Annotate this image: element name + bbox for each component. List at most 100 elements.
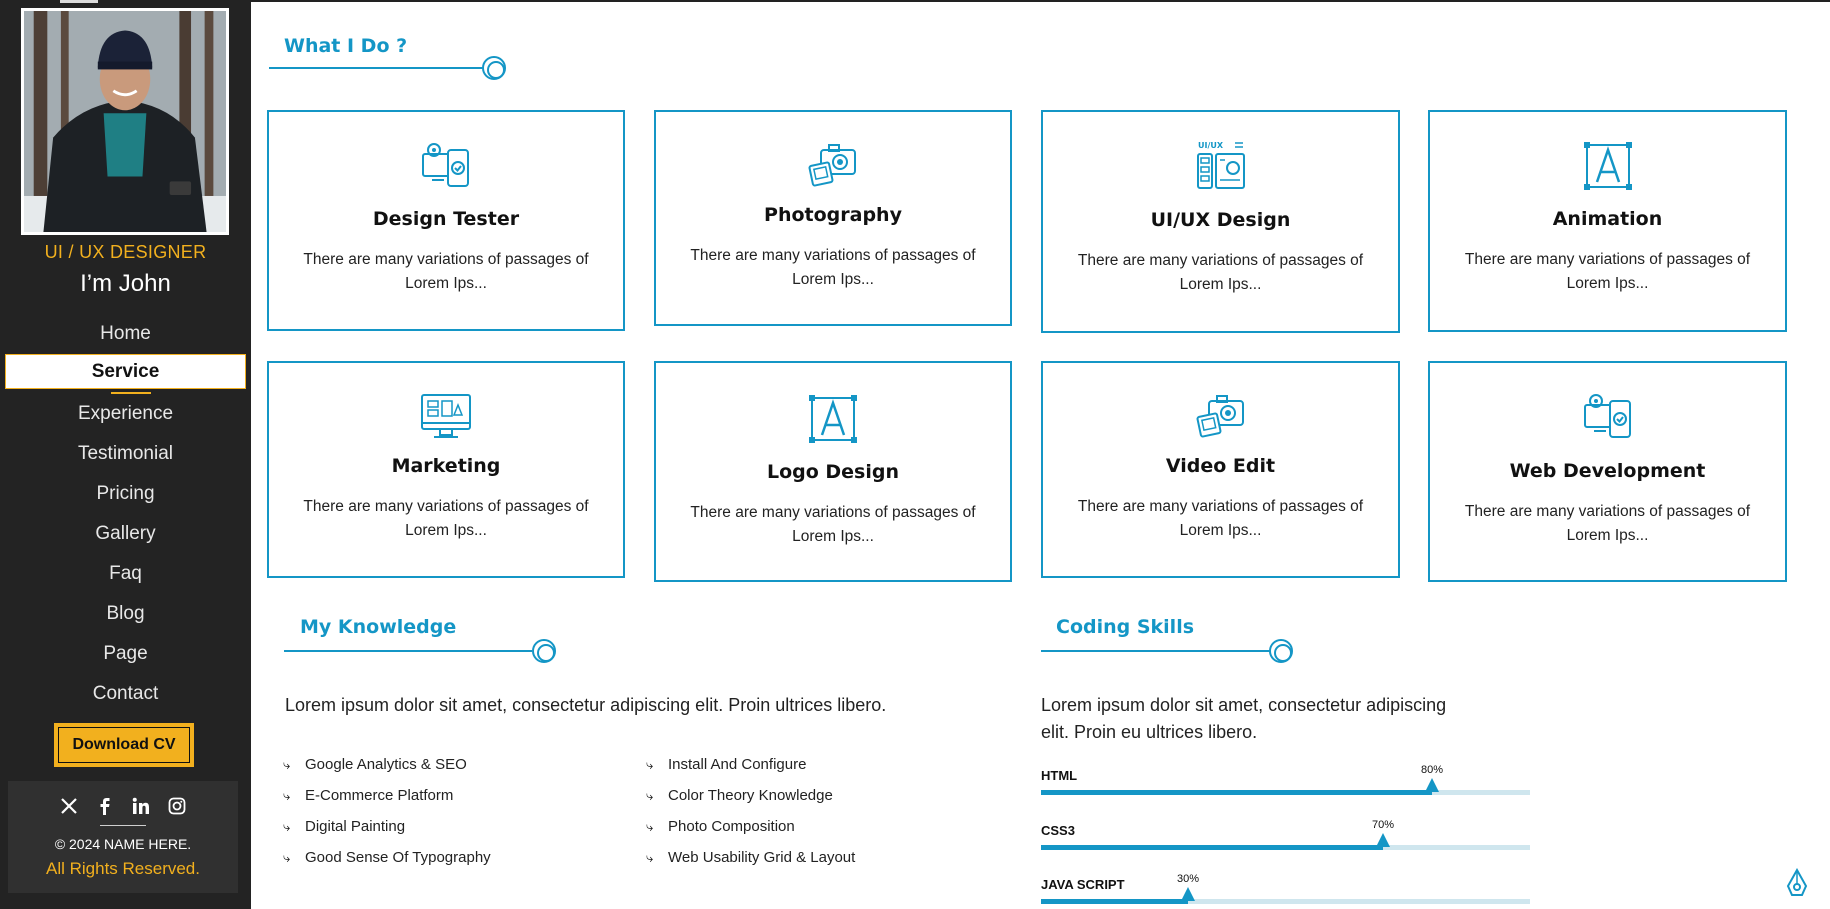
- nav-item-home[interactable]: Home: [0, 314, 251, 354]
- skill-percent: 30%: [1176, 873, 1200, 885]
- knowledge-text: Lorem ipsum dolor sit amet, consectetur …: [285, 695, 887, 715]
- card-title: Photography: [764, 204, 902, 226]
- nav-item-blog[interactable]: Blog: [0, 594, 251, 634]
- role-title: UI / UX DESIGNER: [44, 242, 207, 262]
- list-item: ⤷ Install And Configure: [646, 749, 855, 780]
- card-title: Logo Design: [766, 461, 900, 483]
- skill-marker-icon: [1376, 833, 1390, 847]
- return-arrow-icon: ⤷: [646, 788, 654, 803]
- card-description: There are many variations of passages of…: [303, 498, 589, 539]
- linkedin-icon[interactable]: [130, 795, 152, 817]
- nav-item-faq[interactable]: Faq: [0, 554, 251, 594]
- service-card-photography[interactable]: Photography There are many variations of…: [654, 110, 1012, 326]
- camera-icon: [1196, 395, 1244, 438]
- what-i-do-dot-icon: [482, 56, 506, 80]
- service-card-animation[interactable]: Animation There are many variations of p…: [1428, 110, 1787, 332]
- svg-text:UI/UX: UI/UX: [1198, 141, 1224, 150]
- camera-icon: [808, 144, 856, 187]
- knowledge-dot-icon: [532, 639, 556, 663]
- skill-bar-java-script: JAVA SCRIPT 30%: [1041, 873, 1530, 909]
- social-footer: © 2024 NAME HERE. All Rights Reserved.: [8, 781, 238, 893]
- skill-marker-icon: [1425, 778, 1439, 792]
- service-card-video-edit[interactable]: Video Edit There are many variations of …: [1041, 361, 1400, 578]
- what-i-do-underline: [269, 67, 487, 69]
- ui-layout-icon: UI/UX: [1196, 141, 1245, 189]
- list-item-label: Digital Painting: [305, 818, 406, 835]
- pen-icon[interactable]: [1782, 868, 1812, 898]
- nav-item-gallery[interactable]: Gallery: [0, 514, 251, 554]
- list-item: ⤷ Photo Composition: [646, 811, 855, 842]
- list-item-label: Photo Composition: [668, 818, 795, 835]
- card-description: There are many variations of passages of…: [1464, 251, 1751, 292]
- facebook-icon[interactable]: [94, 795, 116, 817]
- card-description: There are many variations of passages of…: [1077, 252, 1364, 293]
- sidebar: UI / UX DESIGNER I’m John Home Service E…: [0, 0, 251, 909]
- nav-item-experience[interactable]: Experience: [0, 394, 251, 434]
- letter-a-icon: [809, 395, 857, 443]
- main-top-border: [251, 0, 1830, 2]
- instagram-icon[interactable]: [166, 795, 188, 817]
- list-item-label: Install And Configure: [668, 756, 807, 773]
- skill-fill: [1041, 845, 1383, 850]
- profile-name: I’m John: [80, 270, 171, 297]
- list-item-label: Google Analytics & SEO: [305, 756, 467, 773]
- card-description: There are many variations of passages of…: [1077, 498, 1364, 539]
- coding-text: Lorem ipsum dolor sit amet, consectetur …: [1041, 692, 1561, 746]
- social-divider: [100, 825, 146, 826]
- list-item: ⤷ Google Analytics & SEO: [283, 749, 491, 780]
- coding-dot-icon: [1269, 639, 1293, 663]
- skill-bar-html: HTML 80%: [1041, 764, 1530, 808]
- coding-underline: [1041, 650, 1281, 652]
- card-title: UI/UX Design: [1150, 209, 1291, 231]
- nav-item-pricing[interactable]: Pricing: [0, 474, 251, 514]
- card-title: Video Edit: [1165, 455, 1276, 477]
- skill-fill: [1041, 790, 1432, 795]
- return-arrow-icon: ⤷: [646, 757, 654, 772]
- skill-bar-css3: CSS3 70%: [1041, 819, 1530, 863]
- nav-item-service[interactable]: Service: [5, 354, 246, 394]
- coding-title: Coding Skills: [1056, 616, 1195, 638]
- return-arrow-icon: ⤷: [283, 788, 291, 803]
- knowledge-list-1: ⤷ Google Analytics & SEO ⤷ E-Commerce Plat…: [283, 749, 491, 873]
- list-item-label: Good Sense Of Typography: [305, 849, 491, 866]
- sidebar-top-indicator: [60, 0, 98, 3]
- nav-item-testimonial[interactable]: Testimonial: [0, 434, 251, 474]
- devices-icon: [422, 143, 469, 187]
- return-arrow-icon: ⤷: [646, 850, 654, 865]
- list-item-label: Color Theory Knowledge: [668, 787, 833, 804]
- nav-item-contact[interactable]: Contact: [0, 674, 251, 714]
- coding-text-line-2: elit. Proin eu ultrices libero.: [1041, 722, 1258, 742]
- list-item-label: Web Usability Grid & Layout: [668, 849, 856, 866]
- card-title: Design Tester: [372, 208, 520, 230]
- skill-label: CSS3: [1041, 823, 1075, 838]
- x-icon[interactable]: [58, 795, 80, 817]
- card-description: There are many variations of passages of…: [690, 247, 976, 288]
- list-item: ⤷ Digital Painting: [283, 811, 491, 842]
- card-title: Web Development: [1509, 460, 1706, 482]
- download-cv-button[interactable]: Download CV: [54, 723, 194, 767]
- knowledge-underline: [284, 650, 532, 652]
- list-item: ⤷ Web Usability Grid & Layout: [646, 842, 855, 873]
- skill-marker-icon: [1181, 887, 1195, 901]
- card-description: There are many variations of passages of…: [1464, 503, 1751, 544]
- return-arrow-icon: ⤷: [283, 850, 291, 865]
- list-item: ⤷ Color Theory Knowledge: [646, 780, 855, 811]
- nav-item-page[interactable]: Page: [0, 634, 251, 674]
- skill-percent: 70%: [1371, 819, 1395, 831]
- service-card-web-development[interactable]: Web Development There are many variation…: [1428, 361, 1787, 582]
- service-card-marketing[interactable]: Marketing There are many variations of p…: [267, 361, 625, 578]
- list-item: ⤷ E-Commerce Platform: [283, 780, 491, 811]
- skill-label: JAVA SCRIPT: [1041, 877, 1125, 892]
- sidebar-nav: Home Service Experience Testimonial Pric…: [0, 314, 251, 714]
- skill-fill: [1041, 899, 1188, 904]
- service-card-uiux-design[interactable]: UI/UX UI/UX Design There are many variat…: [1041, 110, 1400, 333]
- service-card-design-tester[interactable]: Design Tester There are many variations …: [267, 110, 625, 331]
- card-title: Animation: [1552, 208, 1663, 230]
- devices-icon: [1583, 394, 1631, 438]
- profile-photo: [21, 8, 229, 235]
- skill-percent: 80%: [1420, 764, 1444, 776]
- return-arrow-icon: ⤷: [283, 819, 291, 834]
- service-card-logo-design[interactable]: Logo Design There are many variations of…: [654, 361, 1012, 582]
- coding-text-line-1: Lorem ipsum dolor sit amet, consectetur …: [1041, 695, 1447, 715]
- return-arrow-icon: ⤷: [283, 757, 291, 772]
